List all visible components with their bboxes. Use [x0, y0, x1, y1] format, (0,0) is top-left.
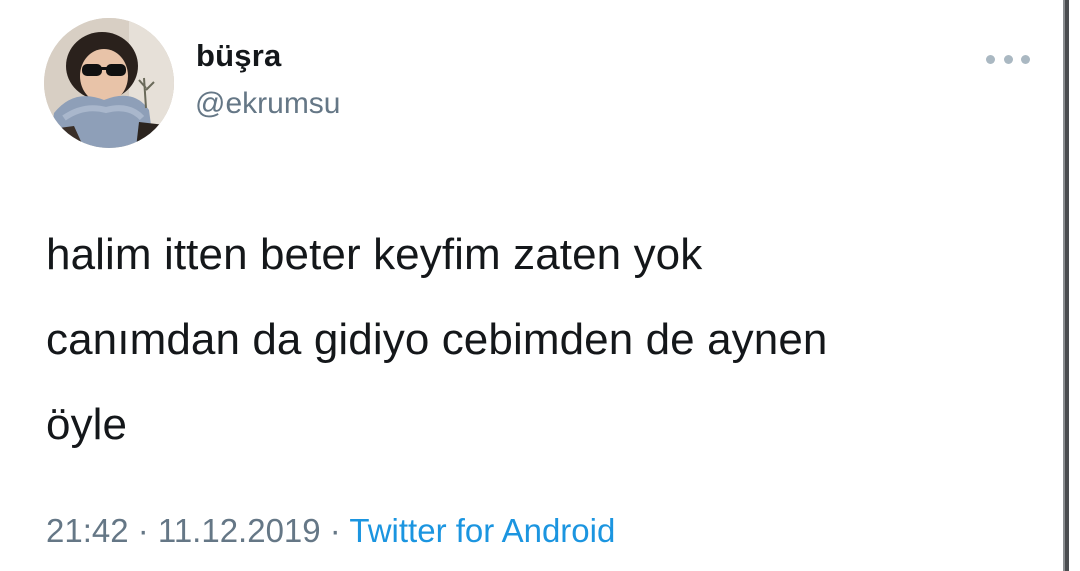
meta-separator: · [320, 512, 350, 549]
tweet-text-line: halim itten beter keyfim zaten yok [46, 230, 703, 279]
tweet-text-line: canımdan da gidiyo cebimden de aynen [46, 315, 828, 364]
tweet-metadata: 21:42 · 11.12.2019 · Twitter for Android [46, 512, 615, 550]
avatar[interactable] [44, 18, 174, 148]
more-horizontal-icon [1003, 54, 1013, 64]
tweet-date[interactable]: 11.12.2019 [158, 512, 321, 549]
tweet-text-line: öyle [46, 400, 128, 449]
tweet-time[interactable]: 21:42 [46, 512, 129, 549]
profile-photo-icon [44, 18, 174, 148]
right-border-shadow [1065, 0, 1069, 571]
meta-separator: · [128, 512, 158, 549]
display-name[interactable]: büşra [196, 38, 281, 74]
more-options-button[interactable] [986, 48, 1030, 70]
more-horizontal-icon [986, 54, 995, 64]
tweet-text: halim itten beter keyfim zaten yok canım… [46, 212, 1006, 467]
more-horizontal-icon [1021, 54, 1030, 64]
tweet-card: büşra @ekrumsu halim itten beter keyfim … [0, 0, 1080, 571]
tweet-source-link[interactable]: Twitter for Android [349, 512, 615, 549]
user-handle[interactable]: @ekrumsu [195, 87, 341, 121]
